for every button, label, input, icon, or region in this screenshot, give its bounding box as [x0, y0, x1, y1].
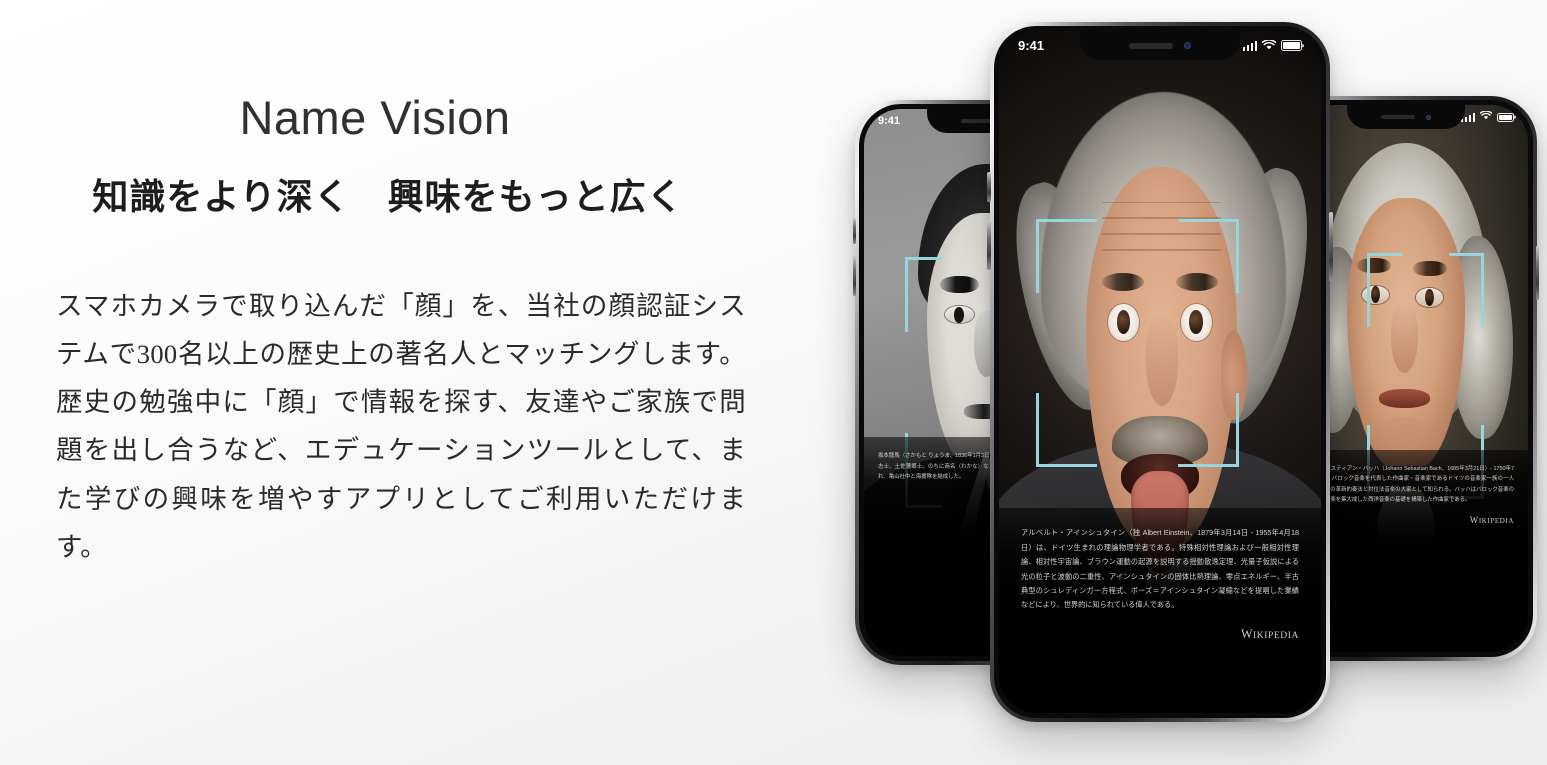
power-button[interactable] [1329, 212, 1333, 282]
earpiece-speaker-icon [1381, 115, 1415, 119]
page-title: Name Vision [239, 91, 511, 144]
person-description: ヨハン・ゼバスティアン・バッハ（Johann Sebastian Bach、16… [1298, 465, 1514, 504]
phone-center-screen: 9:41 アルベルト・アインシュタイン（独 Albert Einstein、18… [999, 31, 1321, 713]
info-panel-center: アルベルト・アインシュタイン（独 Albert Einstein、1879年3月… [999, 508, 1321, 713]
volume-up-button[interactable] [853, 218, 856, 244]
phone-center-einstein: 9:41 アルベルト・アインシュタイン（独 Albert Einstein、18… [987, 22, 1333, 722]
phone-center-body: 9:41 アルベルト・アインシュタイン（独 Albert Einstein、18… [994, 26, 1326, 718]
face-detect-bracket-icon [1036, 218, 1239, 468]
wikipedia-attribution: WIKIPEDIA [1298, 515, 1514, 525]
hero-description: スマホカメラで取り込んだ「顔」を、当社の顔認証システムで300名以上の歴史上の著… [56, 290, 746, 562]
phone-mockup-group: 9:41 坂本龍馬（さかもと りょうま、1836年1月3日） 通称は才谷梅太郎）… [845, 0, 1547, 765]
earpiece-speaker-icon [1129, 42, 1173, 49]
wikipedia-attribution: WIKIPEDIA [1021, 627, 1299, 642]
phone-notch [1080, 31, 1240, 60]
wikipedia-rest: IKIPEDIA [1253, 630, 1299, 641]
front-camera-icon [1426, 114, 1431, 120]
power-button[interactable] [1536, 246, 1539, 300]
wikipedia-rest: IKIPEDIA [1478, 516, 1514, 525]
person-description: アルベルト・アインシュタイン（独 Albert Einstein、1879年3月… [1021, 528, 1299, 610]
volume-down-button[interactable] [987, 220, 991, 270]
hero-tagline: 知識をより深く 興味をもっと広く [92, 175, 684, 217]
wikipedia-initial: W [1469, 514, 1479, 525]
hero-copy-column: Name Vision 知識をより深く 興味をもっと広く スマホカメラで取り込ん… [0, 0, 800, 765]
phone-notch [1347, 105, 1465, 129]
volume-down-button[interactable] [853, 256, 856, 296]
wikipedia-initial: W [1240, 626, 1254, 641]
volume-up-button[interactable] [987, 172, 991, 202]
front-camera-icon [1184, 42, 1191, 49]
